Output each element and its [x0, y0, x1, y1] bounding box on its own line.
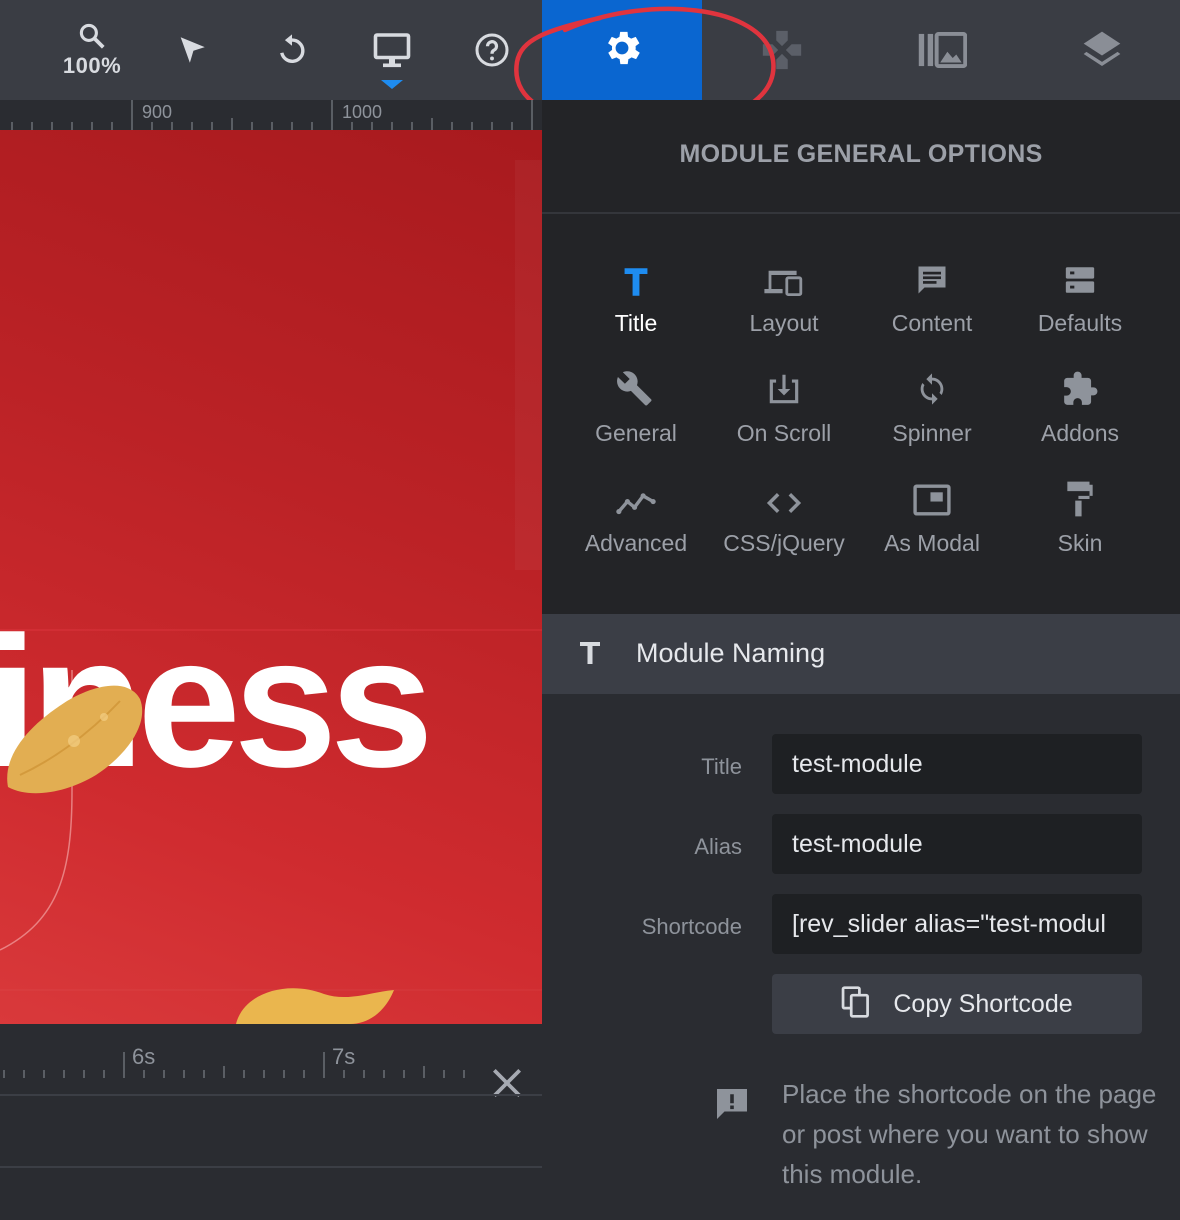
- module-naming-section-header[interactable]: Module Naming: [542, 614, 1180, 694]
- close-icon[interactable]: [488, 1064, 526, 1102]
- slide-canvas[interactable]: iness: [0, 130, 542, 1024]
- timeline-label: 7s: [332, 1044, 356, 1069]
- option-label: Content: [891, 310, 973, 336]
- timeline-ticks: [3, 1052, 465, 1078]
- timeline-label: 6s: [132, 1044, 156, 1069]
- navigation-tab[interactable]: [742, 0, 822, 100]
- pointer-icon: [175, 33, 209, 67]
- timeline-divider: [0, 1166, 542, 1168]
- panel-divider: [542, 212, 1180, 214]
- ruler-ticks: [11, 100, 533, 130]
- undo-icon: [275, 33, 309, 67]
- gear-icon: [600, 26, 644, 75]
- option-label: On Scroll: [736, 420, 832, 446]
- zoom-icon: [77, 21, 107, 51]
- sync-icon: [915, 364, 949, 408]
- shortcode-field-label: Shortcode: [641, 914, 742, 939]
- puzzle-icon: [1061, 364, 1099, 408]
- option-skin[interactable]: Skin: [1005, 474, 1155, 574]
- storage-icon: [1063, 254, 1097, 298]
- feedback-icon: [714, 1086, 750, 1127]
- zoom-level: 100%: [62, 53, 122, 78]
- scroll-download-icon: [765, 364, 803, 408]
- gamepad-icon: [759, 27, 805, 73]
- option-label: Title: [614, 310, 658, 336]
- layers-icon: [1080, 28, 1124, 72]
- option-label: General: [595, 420, 677, 446]
- shortcode-help-text: Place the shortcode on the page or post …: [782, 1079, 1157, 1189]
- shortcode-input[interactable]: [772, 894, 1142, 954]
- select-tool-button[interactable]: [152, 0, 232, 100]
- help-icon: [474, 32, 510, 68]
- paint-roller-icon: [1064, 474, 1096, 518]
- panel-title: MODULE GENERAL OPTIONS: [679, 140, 1043, 168]
- module-settings-tab[interactable]: [542, 0, 702, 100]
- devices-icon: [763, 254, 805, 298]
- desktop-icon: [372, 32, 412, 68]
- option-label: Spinner: [892, 420, 972, 446]
- timeline-divider: [0, 1094, 542, 1096]
- media-tab[interactable]: [902, 0, 982, 100]
- option-advanced[interactable]: Advanced: [561, 474, 711, 574]
- copy-icon: [841, 985, 871, 1024]
- option-spinner[interactable]: Spinner: [857, 364, 1007, 464]
- option-on-scroll[interactable]: On Scroll: [709, 364, 859, 464]
- option-addons[interactable]: Addons: [1005, 364, 1155, 464]
- active-device-indicator: [381, 80, 403, 89]
- top-toolbar: 100%: [0, 0, 1180, 132]
- option-label: Layout: [749, 310, 819, 336]
- zoom-button[interactable]: 100%: [52, 0, 132, 100]
- option-label: Advanced: [584, 530, 688, 556]
- option-general[interactable]: General: [561, 364, 711, 464]
- canvas-guides: [0, 160, 542, 991]
- option-label: Addons: [1040, 420, 1119, 446]
- option-defaults[interactable]: Defaults: [1005, 254, 1155, 354]
- option-css-jquery[interactable]: CSS/jQuery: [709, 474, 859, 574]
- option-content[interactable]: Content: [857, 254, 1007, 354]
- ruler-label: 1000: [342, 102, 383, 122]
- module-options-panel: MODULE GENERAL OPTIONS Title Layout Cont…: [542, 100, 1180, 1220]
- section-title: Module Naming: [636, 638, 826, 668]
- title-field-label: Title: [701, 754, 742, 779]
- media-library-icon: [917, 30, 967, 70]
- alias-field-label: Alias: [694, 834, 742, 859]
- chip-image[interactable]: [230, 980, 410, 1024]
- copy-shortcode-button[interactable]: Copy Shortcode: [772, 974, 1142, 1034]
- ruler-label: 900: [142, 102, 173, 122]
- module-alias-input[interactable]: [772, 814, 1142, 874]
- timeline-panel: 6s 7s: [0, 1024, 542, 1220]
- option-title[interactable]: Title: [561, 254, 711, 354]
- help-button[interactable]: [452, 0, 532, 100]
- module-title-input[interactable]: [772, 734, 1142, 794]
- code-icon: [765, 474, 803, 518]
- wrench-icon: [617, 364, 655, 408]
- option-label: Skin: [1057, 530, 1103, 556]
- option-as-modal[interactable]: As Modal: [857, 474, 1007, 574]
- option-label: CSS/jQuery: [723, 530, 845, 556]
- option-label: As Modal: [884, 530, 980, 556]
- title-icon: [578, 638, 602, 671]
- chip-image[interactable]: [0, 665, 160, 815]
- undo-button[interactable]: [252, 0, 332, 100]
- horizontal-ruler: 900 1000: [0, 100, 542, 130]
- module-naming-section-body: Title Alias Shortcode Copy Shortcode Pla…: [542, 694, 1180, 1220]
- option-label: Defaults: [1037, 310, 1123, 336]
- message-icon: [914, 254, 950, 298]
- layers-tab[interactable]: [1062, 0, 1142, 100]
- editor-root: 100% 900 1000 iness 6s 7s MODULE GENERAL…: [0, 0, 1180, 1220]
- title-icon: [622, 254, 650, 298]
- trend-icon: [616, 474, 656, 518]
- copy-shortcode-label: Copy Shortcode: [893, 989, 1073, 1018]
- modal-icon: [912, 474, 952, 518]
- option-layout[interactable]: Layout: [709, 254, 859, 354]
